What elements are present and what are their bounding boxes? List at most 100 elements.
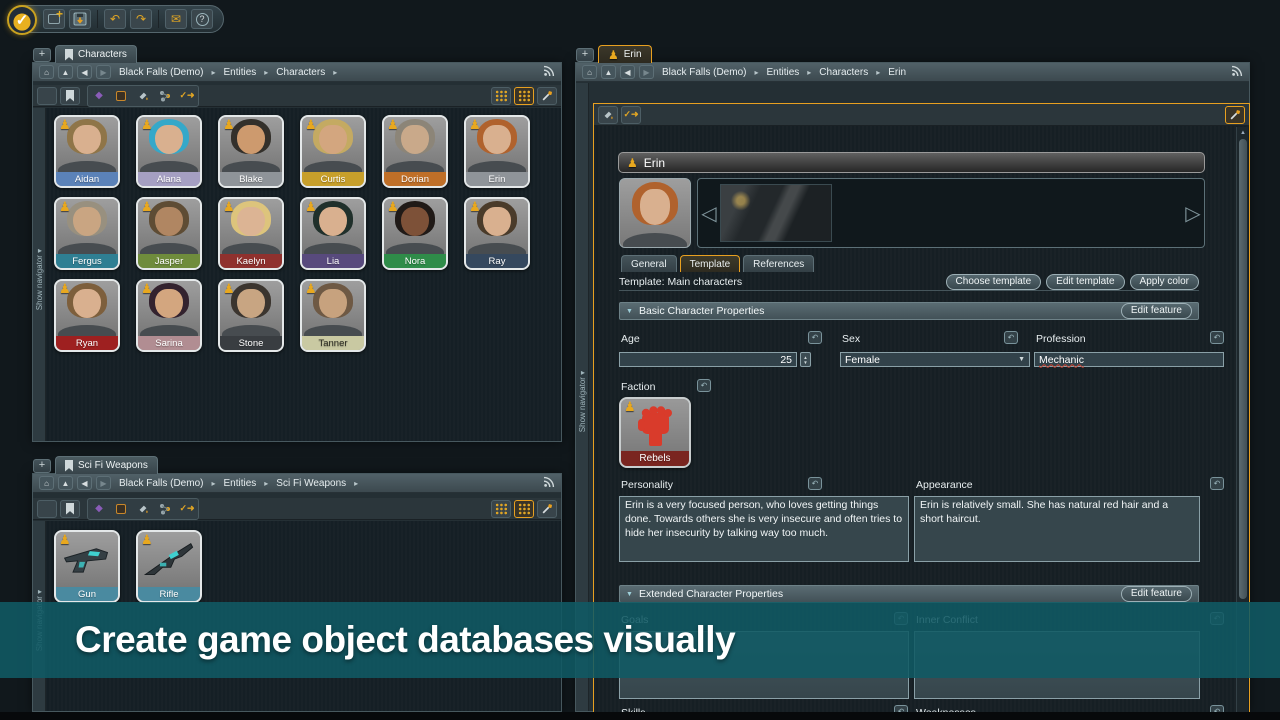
- crumb-characters[interactable]: Characters: [272, 67, 329, 78]
- tab-general[interactable]: General: [621, 255, 677, 272]
- character-card[interactable]: ♟Erin: [464, 115, 530, 188]
- properties-wand-button[interactable]: [537, 500, 557, 518]
- character-filter-button[interactable]: [37, 87, 57, 105]
- edit-template-button[interactable]: Edit template: [1046, 274, 1124, 290]
- crumb-weapons[interactable]: Sci Fi Weapons: [272, 478, 350, 489]
- new-tab-button[interactable]: +: [33, 459, 51, 473]
- personality-textarea[interactable]: Erin is a very focused person, who loves…: [619, 496, 909, 562]
- edit-feature-button[interactable]: Edit feature: [1121, 586, 1192, 602]
- apply-color-button[interactable]: Apply color: [1130, 274, 1199, 290]
- basic-properties-header[interactable]: ▼ Basic Character Properties Edit featur…: [619, 302, 1199, 320]
- crumb-project[interactable]: Black Falls (Demo): [115, 478, 207, 489]
- undo-button[interactable]: ↶: [104, 9, 126, 29]
- up-icon[interactable]: ▲: [601, 65, 616, 79]
- choose-template-button[interactable]: Choose template: [946, 274, 1042, 290]
- preview-image[interactable]: [720, 184, 832, 242]
- character-card[interactable]: ♟Dorian: [382, 115, 448, 188]
- connections-tool-button[interactable]: [155, 87, 175, 105]
- save-button[interactable]: [69, 9, 91, 29]
- carousel-left-icon[interactable]: ◁: [698, 201, 720, 226]
- profession-input[interactable]: Mechanic: [1034, 352, 1224, 367]
- new-tab-button[interactable]: +: [33, 48, 51, 62]
- character-card[interactable]: ♟Curtis: [300, 115, 366, 188]
- tab-characters[interactable]: Characters: [55, 45, 137, 63]
- confirm-tool-button[interactable]: ✓➜: [177, 500, 197, 518]
- new-button[interactable]: [43, 9, 65, 29]
- character-card[interactable]: ♟Sarina: [136, 279, 202, 352]
- rss-icon[interactable]: [543, 476, 555, 491]
- profession-reset-button[interactable]: ↶: [1210, 331, 1224, 344]
- crumb-characters[interactable]: Characters: [815, 67, 872, 78]
- redo-button[interactable]: ↷: [130, 9, 152, 29]
- crumb-project[interactable]: Black Falls (Demo): [115, 67, 207, 78]
- character-card[interactable]: ♟Nora: [382, 197, 448, 270]
- entity-tool-button[interactable]: ◆: [89, 87, 109, 105]
- age-stepper[interactable]: ▲▼: [800, 352, 811, 367]
- personality-reset-button[interactable]: ↶: [808, 477, 822, 490]
- up-icon[interactable]: ▲: [58, 476, 73, 490]
- character-filter-button[interactable]: [37, 500, 57, 518]
- character-card[interactable]: ♟Blake: [218, 115, 284, 188]
- extended-properties-header[interactable]: ▼ Extended Character Properties Edit fea…: [619, 585, 1199, 603]
- help-button[interactable]: ?: [191, 9, 213, 29]
- new-tab-button[interactable]: +: [576, 48, 594, 62]
- character-card[interactable]: ♟Kaelyn: [218, 197, 284, 270]
- entity-tool-button[interactable]: ◆: [89, 500, 109, 518]
- template-tool-button[interactable]: [111, 500, 131, 518]
- character-card[interactable]: ♟Aidan: [54, 115, 120, 188]
- paint-tool-button[interactable]: [133, 87, 153, 105]
- bookmark-filter-button[interactable]: [60, 87, 80, 105]
- tab-references[interactable]: References: [743, 255, 814, 272]
- character-card[interactable]: ♟Ray: [464, 197, 530, 270]
- crumb-entities[interactable]: Entities: [219, 67, 260, 78]
- back-icon[interactable]: ◀: [77, 476, 92, 490]
- tab-erin[interactable]: ♟ Erin: [598, 45, 652, 63]
- rss-icon[interactable]: [1231, 65, 1243, 80]
- faction-card[interactable]: ♟ Rebels: [619, 397, 691, 468]
- small-grid-view-button[interactable]: [491, 500, 511, 518]
- crumb-project[interactable]: Black Falls (Demo): [658, 67, 750, 78]
- character-card[interactable]: ♟Fergus: [54, 197, 120, 270]
- crumb-erin[interactable]: Erin: [884, 67, 910, 78]
- forward-icon[interactable]: ▶: [96, 476, 111, 490]
- tab-sci-fi-weapons[interactable]: Sci Fi Weapons: [55, 456, 158, 474]
- properties-wand-button[interactable]: [1225, 106, 1245, 124]
- show-navigator-strip[interactable]: Show navigator ▾: [33, 108, 46, 441]
- edit-feature-button[interactable]: Edit feature: [1121, 303, 1192, 319]
- character-card[interactable]: ♟Jasper: [136, 197, 202, 270]
- scrollbar-thumb[interactable]: [1239, 139, 1247, 599]
- age-input[interactable]: 25: [619, 352, 797, 367]
- large-grid-view-button[interactable]: [514, 87, 534, 105]
- home-icon[interactable]: ⌂: [39, 65, 54, 79]
- crumb-entities[interactable]: Entities: [762, 67, 803, 78]
- confirm-tool-button[interactable]: ✓➜: [177, 87, 197, 105]
- small-grid-view-button[interactable]: [491, 87, 511, 105]
- properties-wand-button[interactable]: [537, 87, 557, 105]
- up-icon[interactable]: ▲: [58, 65, 73, 79]
- connections-tool-button[interactable]: [155, 500, 175, 518]
- weapon-card[interactable]: ♟ Gun: [54, 530, 120, 603]
- forward-icon[interactable]: ▶: [639, 65, 654, 79]
- character-card[interactable]: ♟Stone: [218, 279, 284, 352]
- character-card[interactable]: ♟Lia: [300, 197, 366, 270]
- sex-dropdown[interactable]: Female▼: [840, 352, 1030, 367]
- back-icon[interactable]: ◀: [620, 65, 635, 79]
- large-grid-view-button[interactable]: [514, 500, 534, 518]
- crumb-entities[interactable]: Entities: [219, 478, 260, 489]
- character-card[interactable]: ♟Ryan: [54, 279, 120, 352]
- character-card[interactable]: ♟Tanner: [300, 279, 366, 352]
- bookmark-filter-button[interactable]: [60, 500, 80, 518]
- tab-template[interactable]: Template: [680, 255, 741, 272]
- template-tool-button[interactable]: [111, 87, 131, 105]
- entity-portrait[interactable]: [619, 178, 691, 248]
- home-icon[interactable]: ⌂: [39, 476, 54, 490]
- home-icon[interactable]: ⌂: [582, 65, 597, 79]
- faction-reset-button[interactable]: ↶: [697, 379, 711, 392]
- app-logo-check-icon[interactable]: ✓: [7, 5, 37, 35]
- mail-button[interactable]: ✉: [165, 9, 187, 29]
- carousel-right-icon[interactable]: ▷: [1182, 201, 1204, 226]
- appearance-reset-button[interactable]: ↶: [1210, 477, 1224, 490]
- forward-icon[interactable]: ▶: [96, 65, 111, 79]
- weapon-card[interactable]: ♟ Rifle: [136, 530, 202, 603]
- rss-icon[interactable]: [543, 65, 555, 80]
